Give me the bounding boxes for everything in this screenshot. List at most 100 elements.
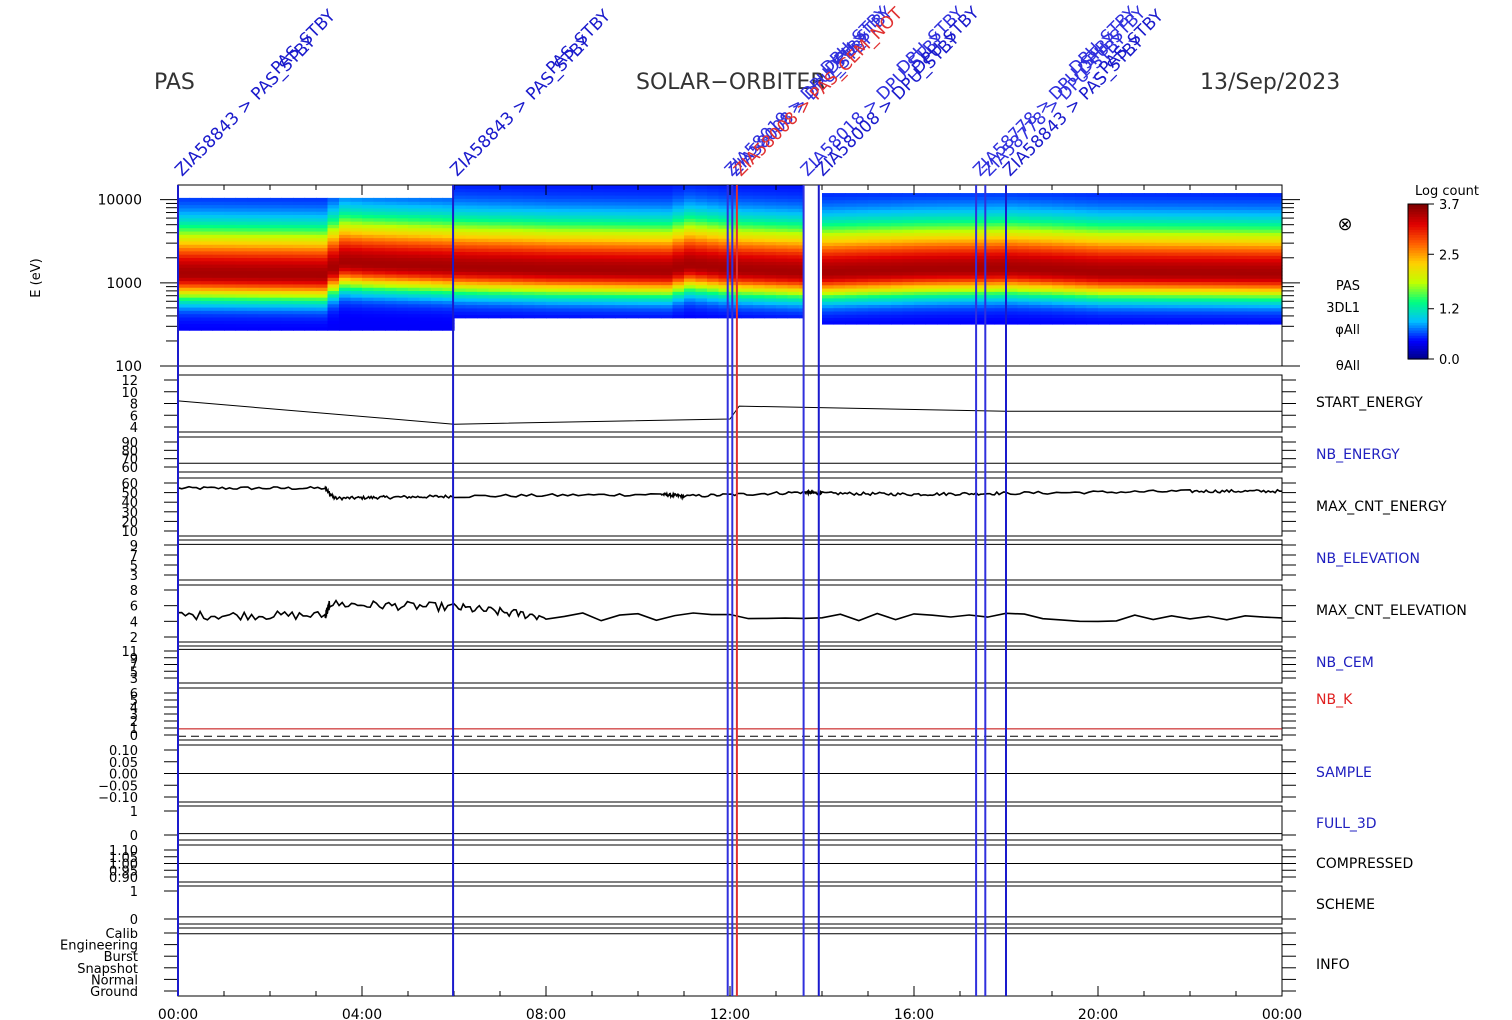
spectrogram-cell	[189, 197, 202, 202]
x-tick-label: 04:00	[342, 1007, 382, 1020]
colorbar-title: Log count	[1415, 184, 1479, 199]
spectrogram-cell	[1270, 193, 1283, 197]
panel-max-cnt-elevation: 8642 MAX_CNT_ELEVATION	[130, 584, 1467, 646]
spectrogram-cell	[270, 197, 283, 202]
panel-label: MAX_CNT_ELEVATION	[1316, 603, 1467, 619]
event-marker: ZIA58843 > PAS_STBYPAS_STBY	[999, 6, 1168, 996]
spectrogram-cell	[1144, 193, 1157, 197]
spectrogram-cell	[1040, 193, 1053, 197]
x-tick-label: 00:00	[1262, 1007, 1302, 1020]
spectrogram-cell	[925, 193, 938, 197]
spectrogram-cell	[891, 193, 904, 197]
spectrogram-cell	[373, 197, 386, 202]
spectrogram-cell	[465, 185, 478, 189]
spectrogram-cell	[327, 197, 340, 202]
panel-label: NB_CEM	[1316, 655, 1374, 671]
spectrogram-cell	[1109, 193, 1122, 197]
series-line	[177, 400, 1282, 425]
pas-summary-plot: 100001000100E (eV)⊗PAS3DL1φAllθAllLog co…	[29, 3, 1479, 1020]
y-axis-label: E (eV)	[29, 258, 44, 297]
series-line	[177, 599, 1283, 623]
y-tick-label: 1	[130, 805, 138, 820]
spectrogram-cell	[247, 197, 260, 202]
spectrogram-cell	[661, 185, 674, 189]
colorbar	[1408, 204, 1428, 360]
panel-label: NB_ELEVATION	[1316, 551, 1420, 567]
panel-frame	[177, 885, 1283, 925]
spectrogram-cell	[626, 185, 639, 189]
panel-nb-energy: 90807060NB_ENERGY	[121, 436, 1400, 476]
spectrogram-cell	[603, 185, 616, 189]
spectrogram-cell	[971, 193, 984, 197]
spectrogram-cell	[638, 185, 651, 189]
panel-frame	[177, 805, 1283, 841]
spectrogram-side-label: PAS	[1336, 279, 1360, 294]
spectrogram-cell	[948, 193, 961, 197]
spectrogram-cell	[235, 197, 248, 202]
colorbar-tick-label: 1.2	[1439, 303, 1460, 318]
y-tick-label: 10	[121, 525, 138, 540]
spectrogram-cell	[523, 185, 536, 189]
y-tick-label: Ground	[90, 985, 138, 1000]
y-tick-label: −0.10	[98, 791, 138, 806]
spectrogram-cell	[477, 185, 490, 189]
event-marker: ZIA58008 > DPU_STBYDPU_STBY	[812, 3, 984, 996]
spectrogram-side-label: φAll	[1335, 323, 1360, 338]
panel-max-cnt-energy: 605040302010MAX_CNT_ENERGY	[121, 477, 1447, 540]
sun-symbol: ⊗	[1337, 214, 1352, 235]
y-tick-label: 4	[130, 421, 138, 436]
spectrogram-cell	[1190, 193, 1203, 197]
spectrogram-cell	[1178, 193, 1191, 197]
y-tick-label: 3	[130, 672, 138, 687]
y-tick-label: 0	[130, 729, 138, 744]
spectrogram-cells	[178, 185, 1283, 331]
spectrogram-cell	[937, 193, 950, 197]
y-tick-label: 1000	[106, 276, 142, 292]
spectrogram-cell	[454, 185, 467, 189]
panel-frame	[177, 539, 1283, 581]
y-tick-label: 0.90	[109, 871, 138, 886]
event-marker-label: PAS_STBY	[267, 6, 340, 79]
panel-frame	[177, 645, 1283, 684]
spectrogram-cell	[385, 197, 398, 202]
panel-info: CalibEngineeringBurstSnapshotNormalGroun…	[60, 927, 1350, 1000]
spectrogram-cell	[1098, 193, 1111, 197]
series-line	[177, 485, 1282, 502]
y-tick-label: 4	[130, 615, 138, 630]
panel-frame	[177, 436, 1283, 473]
panel-label: SAMPLE	[1316, 765, 1372, 781]
panel-label: SCHEME	[1316, 897, 1375, 913]
panel-label: INFO	[1316, 957, 1350, 973]
panel-nb-k: 6543210NB_K	[130, 687, 1353, 744]
y-tick-label: 8	[130, 584, 138, 599]
colorbar-tick-label: 2.5	[1439, 248, 1460, 263]
spectrogram-cell	[764, 185, 777, 189]
x-tick-label: 16:00	[894, 1007, 934, 1020]
spectrogram-cell	[1017, 193, 1030, 197]
spectrogram-cell	[362, 197, 375, 202]
spectrogram-cell	[224, 197, 237, 202]
spectrogram-cell	[592, 185, 605, 189]
panel-label: MAX_CNT_ENERGY	[1316, 499, 1447, 515]
spectrogram-cell	[1075, 193, 1088, 197]
spectrogram-side-label: θAll	[1336, 359, 1360, 374]
spectrogram-cell	[845, 193, 858, 197]
panel-compressed: 1.101.051.000.950.90COMPRESSED	[109, 844, 1413, 886]
x-tick-label: 00:00	[158, 1007, 198, 1020]
y-tick-label: 0	[130, 913, 138, 928]
panel-scheme: 1 0 SCHEME	[130, 885, 1375, 928]
panel-nb-cem: 119753NB_CEM	[121, 645, 1373, 687]
x-tick-label: 08:00	[526, 1007, 566, 1020]
spectrogram-cell	[1132, 193, 1145, 197]
spectrogram-cell	[1213, 193, 1226, 197]
panel-label: NB_K	[1316, 692, 1353, 708]
spectrogram-cell	[879, 193, 892, 197]
spectrogram-cell	[534, 185, 547, 189]
panel-frame	[177, 687, 1283, 741]
spectrogram-cell	[695, 185, 708, 189]
spectrogram-side-label: 3DL1	[1326, 301, 1360, 316]
panel-nb-elevation: 9753NB_ELEVATION	[130, 539, 1420, 584]
event-marker: ZIA58018 > DPU_STBYDPU_STBY	[797, 3, 969, 996]
y-tick-label: 100	[115, 359, 142, 375]
spectrogram-cell	[994, 193, 1007, 197]
